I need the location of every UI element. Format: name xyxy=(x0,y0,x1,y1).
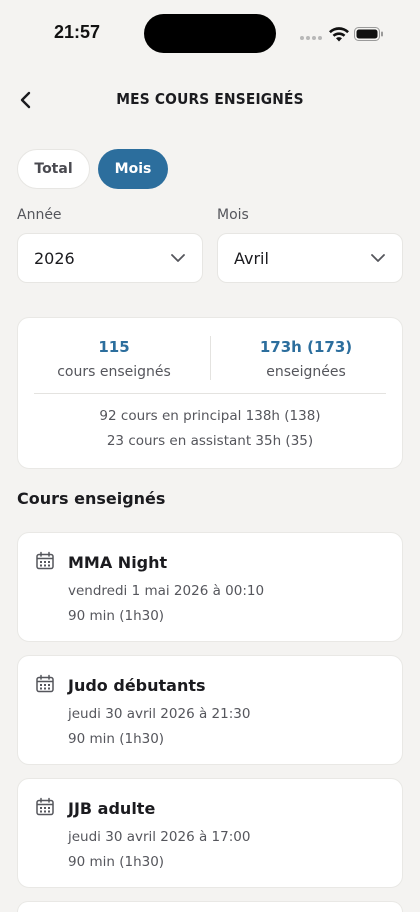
chevron-down-icon xyxy=(371,254,385,262)
course-card[interactable]: Judo débutants jeudi 30 avril 2026 à 21:… xyxy=(17,655,403,765)
calendar-icon xyxy=(36,674,54,693)
hours-label: enseignées xyxy=(266,364,346,380)
course-card[interactable]: MMA Night vendredi 1 mai 2026 à 00:10 90… xyxy=(17,532,403,642)
course-name: JJB adulte xyxy=(68,799,156,818)
cellular-signal-icon xyxy=(300,36,322,40)
page-title: MES COURS ENSEIGNÉS xyxy=(116,90,304,108)
courses-stat: 115 cours enseignés xyxy=(24,338,204,380)
month-select[interactable]: Avril xyxy=(217,233,403,283)
month-select-value: Avril xyxy=(234,248,269,268)
stats-card: 115 cours enseignés 173h (173) enseignée… xyxy=(17,317,403,469)
course-name: Judo débutants xyxy=(68,676,206,695)
course-date: jeudi 30 avril 2026 à 21:30 xyxy=(68,706,251,722)
course-duration: 90 min (1h30) xyxy=(68,731,165,747)
course-card-partial[interactable] xyxy=(17,901,403,912)
stat-divider xyxy=(210,336,211,380)
course-duration: 90 min (1h30) xyxy=(68,854,165,870)
assistant-summary: 23 cours en assistant 35h (35) xyxy=(106,433,314,449)
segment-total-button[interactable]: Total xyxy=(17,149,90,189)
principal-summary: 92 cours en principal 138h (138) xyxy=(99,408,321,424)
chevron-down-icon xyxy=(171,254,185,262)
battery-icon xyxy=(354,27,383,41)
status-time: 21:57 xyxy=(54,22,101,42)
year-label: Année xyxy=(17,207,62,223)
header: MES COURS ENSEIGNÉS xyxy=(0,80,420,120)
wifi-icon xyxy=(329,27,349,42)
year-select-value: 2026 xyxy=(34,248,75,268)
hours-value: 173h (173) xyxy=(259,338,353,356)
courses-count: 115 xyxy=(98,338,130,356)
course-duration: 90 min (1h30) xyxy=(68,608,165,624)
course-name: MMA Night xyxy=(68,553,168,572)
section-title: Cours enseignés xyxy=(17,489,166,508)
calendar-icon xyxy=(36,551,54,570)
dynamic-island xyxy=(144,14,276,53)
year-select[interactable]: 2026 xyxy=(17,233,203,283)
status-bar: 21:57 xyxy=(0,0,420,60)
period-segmented-control: Total Mois xyxy=(17,149,168,189)
course-date: jeudi 30 avril 2026 à 17:00 xyxy=(68,829,251,845)
course-card[interactable]: JJB adulte jeudi 30 avril 2026 à 17:00 9… xyxy=(17,778,403,888)
courses-count-label: cours enseignés xyxy=(57,364,171,380)
stat-separator xyxy=(34,393,386,394)
hours-stat: 173h (173) enseignées xyxy=(216,338,396,380)
month-label: Mois xyxy=(217,207,249,223)
calendar-icon xyxy=(36,797,54,816)
segment-mois-button[interactable]: Mois xyxy=(98,149,168,189)
course-date: vendredi 1 mai 2026 à 00:10 xyxy=(68,583,265,599)
